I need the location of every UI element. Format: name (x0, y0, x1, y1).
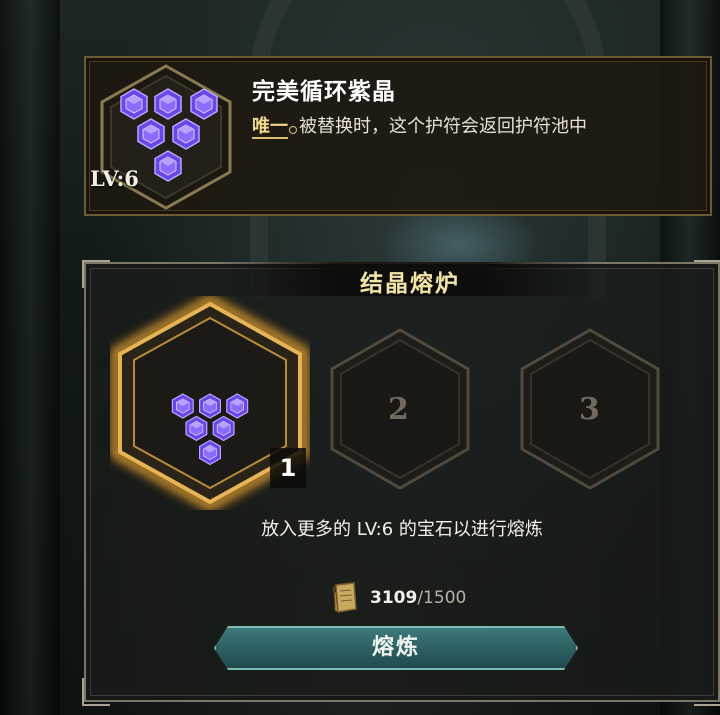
smelt-button[interactable]: 熔炼 (214, 626, 578, 670)
info-dot-icon (289, 126, 297, 134)
ornament-corner-icon (694, 260, 720, 288)
item-description-text: 被替换时，这个护符会返回护符池中 (299, 116, 587, 137)
game-screen: LV:6 完美循环紫晶 唯一 被替换时，这个护符会返回护符池中 结晶熔炉 1 2… (0, 0, 720, 715)
slot-1-count: 1 (270, 448, 306, 488)
ornament-corner-icon (82, 260, 110, 288)
slot-3-label: 3 (579, 392, 600, 427)
background-pillar (0, 0, 60, 715)
cost-have-value: 3109 (370, 588, 418, 608)
cost-need-value: /1500 (417, 588, 467, 608)
slot-2-label: 2 (388, 392, 409, 427)
unique-tag[interactable]: 唯一 (252, 116, 288, 139)
item-description: 唯一 被替换时，这个护符会返回护符池中 (252, 112, 587, 139)
ornament-corner-icon (694, 678, 720, 706)
cost-row: 3109/1500 (330, 580, 466, 616)
forge-title: 结晶熔炉 (360, 271, 460, 297)
scroll-icon (332, 582, 357, 613)
item-level-label: LV:6 (90, 166, 139, 191)
ornament-corner-icon (82, 678, 110, 706)
forge-hint-text: 放入更多的 LV:6 的宝石以进行熔炼 (261, 519, 543, 540)
item-name: 完美循环紫晶 (252, 79, 396, 105)
